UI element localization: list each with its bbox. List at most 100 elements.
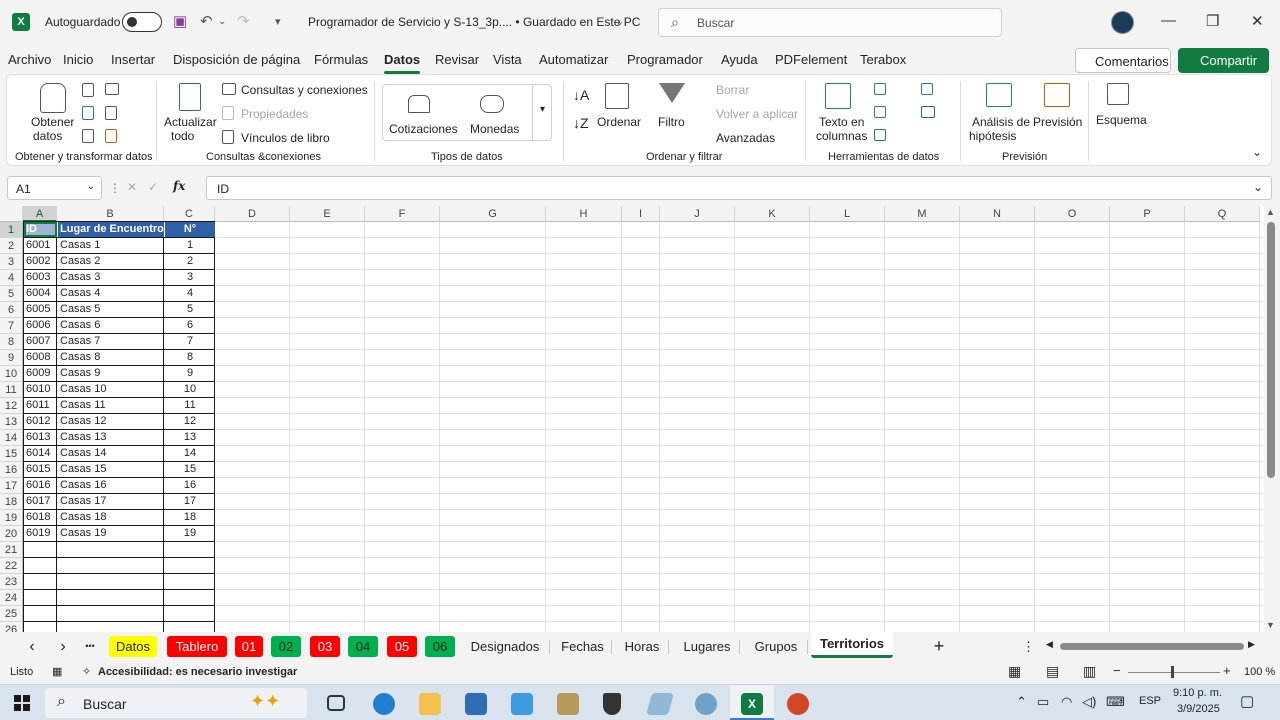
scroll-left-icon[interactable]: ◀ — [1046, 639, 1053, 650]
sheet-tab-datos[interactable]: Datos — [109, 636, 157, 657]
tab-pdfelement[interactable]: PDFelement — [775, 52, 847, 67]
scroll-thumb[interactable] — [1267, 222, 1275, 478]
flash-fill-icon[interactable] — [874, 83, 886, 95]
table-cell[interactable]: 1 — [165, 238, 215, 254]
table-cell[interactable]: Casas 4 — [58, 286, 164, 302]
table-cell[interactable]: Casas 14 — [58, 446, 164, 462]
column-header[interactable]: B — [57, 206, 164, 222]
table-cell[interactable]: 6014 — [24, 446, 57, 462]
table-cell[interactable]: 6007 — [24, 334, 57, 350]
header-cell[interactable]: N° — [165, 222, 215, 237]
tab-terabox[interactable]: Terabox — [860, 52, 906, 67]
wifi-icon[interactable]: ◠ — [1061, 694, 1072, 710]
row-header[interactable]: 16 — [0, 462, 23, 478]
from-table-icon[interactable] — [82, 106, 94, 120]
table-cell[interactable]: 6013 — [24, 430, 57, 446]
workbook-links-icon[interactable] — [222, 130, 234, 144]
table-cell[interactable]: Casas 11 — [58, 398, 164, 414]
refresh-label-2[interactable]: todo — [171, 129, 194, 143]
filter-icon[interactable] — [659, 83, 685, 103]
row-header[interactable]: 5 — [0, 286, 23, 302]
links-label[interactable]: Vínculos de libro — [241, 131, 330, 145]
table-cell[interactable]: Casas 1 — [58, 238, 164, 254]
row-header[interactable]: 7 — [0, 318, 23, 334]
taskbar-search[interactable]: ⌕ Buscar ✦✦ — [45, 688, 307, 718]
column-header[interactable]: C — [164, 206, 215, 222]
forecast-sheet-icon[interactable] — [1044, 83, 1070, 107]
from-web-icon[interactable] — [105, 83, 119, 95]
row-header[interactable]: 23 — [0, 574, 23, 590]
table-cell[interactable]: 6005 — [24, 302, 57, 318]
column-header[interactable]: J — [660, 206, 735, 222]
column-header[interactable]: D — [215, 206, 290, 222]
column-header[interactable]: H — [546, 206, 622, 222]
table-cell[interactable]: 6018 — [24, 510, 57, 526]
tab-datos[interactable]: Datos — [384, 52, 421, 74]
store-icon[interactable] — [465, 693, 487, 715]
powerpoint-icon[interactable] — [787, 693, 809, 715]
table-cell[interactable]: 11 — [165, 398, 215, 414]
table-cell[interactable]: 6002 — [24, 254, 57, 270]
vertical-scrollbar[interactable] — [1264, 206, 1280, 632]
sheet-tab-territorios[interactable]: Territorios — [811, 632, 893, 658]
table-cell[interactable]: 6017 — [24, 494, 57, 510]
collapse-ribbon-icon[interactable]: ⌄ — [1252, 145, 1262, 159]
normal-view-icon[interactable]: ▦ — [1008, 663, 1021, 680]
consolidate-icon[interactable] — [921, 83, 933, 95]
edge-icon[interactable] — [373, 693, 395, 715]
row-header[interactable]: 8 — [0, 334, 23, 350]
table-cell[interactable]: Casas 6 — [58, 318, 164, 334]
table-cell[interactable]: 6015 — [24, 462, 57, 478]
row-header[interactable]: 19 — [0, 510, 23, 526]
header-cell[interactable]: Lugar de Encuentro — [58, 222, 164, 237]
language-indicator[interactable]: ESP — [1139, 695, 1161, 707]
scroll-up-icon[interactable]: ▲ — [1266, 207, 1275, 217]
gallery-more-icon[interactable]: ▾ — [532, 84, 552, 141]
sort-az-icon[interactable]: ↓A — [573, 87, 589, 103]
row-header[interactable]: 26 — [0, 622, 23, 632]
security-icon[interactable] — [603, 693, 621, 715]
tab-revisar[interactable]: Revisar — [435, 52, 479, 67]
add-sheet-icon[interactable]: + — [930, 636, 948, 657]
column-header[interactable]: I — [622, 206, 660, 222]
outline-label[interactable]: Esquema — [1096, 113, 1147, 127]
column-header[interactable]: K — [735, 206, 810, 222]
sheet-tab-01[interactable]: 01 — [235, 636, 263, 657]
zoom-level[interactable]: 100 % — [1244, 666, 1275, 678]
row-header[interactable]: 20 — [0, 526, 23, 542]
minimize-icon[interactable]: — — [1161, 12, 1176, 29]
row-header[interactable]: 18 — [0, 494, 23, 510]
paint-icon[interactable] — [695, 693, 717, 715]
app-icon[interactable] — [511, 693, 533, 715]
sheet-tab-02[interactable]: 02 — [271, 636, 301, 657]
tab-insertar[interactable]: Insertar — [111, 52, 155, 67]
sheet-tab-04[interactable]: 04 — [348, 636, 378, 657]
table-cell[interactable]: 16 — [165, 478, 215, 494]
get-data-label-1[interactable]: Obtener — [31, 115, 74, 129]
table-cell[interactable]: 15 — [165, 462, 215, 478]
row-header[interactable]: 3 — [0, 254, 23, 270]
column-header[interactable]: G — [440, 206, 546, 222]
advanced-label[interactable]: Avanzadas — [716, 131, 775, 145]
notes-icon[interactable] — [646, 693, 674, 715]
refresh-all-icon[interactable] — [179, 83, 201, 111]
formula-input[interactable]: ID ⌄ — [206, 176, 1272, 200]
select-all-corner[interactable] — [0, 206, 23, 222]
table-cell[interactable]: Casas 18 — [58, 510, 164, 526]
search-box[interactable]: ⌕ Buscar — [658, 8, 1002, 37]
customize-toolbar-icon[interactable]: ▾ — [275, 15, 281, 28]
more-icon[interactable]: ⋮ — [109, 181, 121, 195]
tab-formulas[interactable]: Fórmulas — [314, 52, 368, 67]
table-cell[interactable]: Casas 15 — [58, 462, 164, 478]
row-header[interactable]: 14 — [0, 430, 23, 446]
column-header[interactable]: L — [810, 206, 885, 222]
row-header[interactable]: 17 — [0, 478, 23, 494]
row-header[interactable]: 24 — [0, 590, 23, 606]
scroll-right-icon[interactable]: ▶ — [1248, 639, 1255, 650]
table-cell[interactable]: 19 — [165, 526, 215, 542]
prev-sheet-icon[interactable]: ‹ — [25, 636, 39, 657]
database-icon[interactable] — [40, 83, 66, 113]
zoom-in-icon[interactable]: + — [1223, 663, 1231, 678]
forecast-label[interactable]: Previsión — [1033, 115, 1082, 129]
filter-label[interactable]: Filtro — [658, 115, 685, 129]
